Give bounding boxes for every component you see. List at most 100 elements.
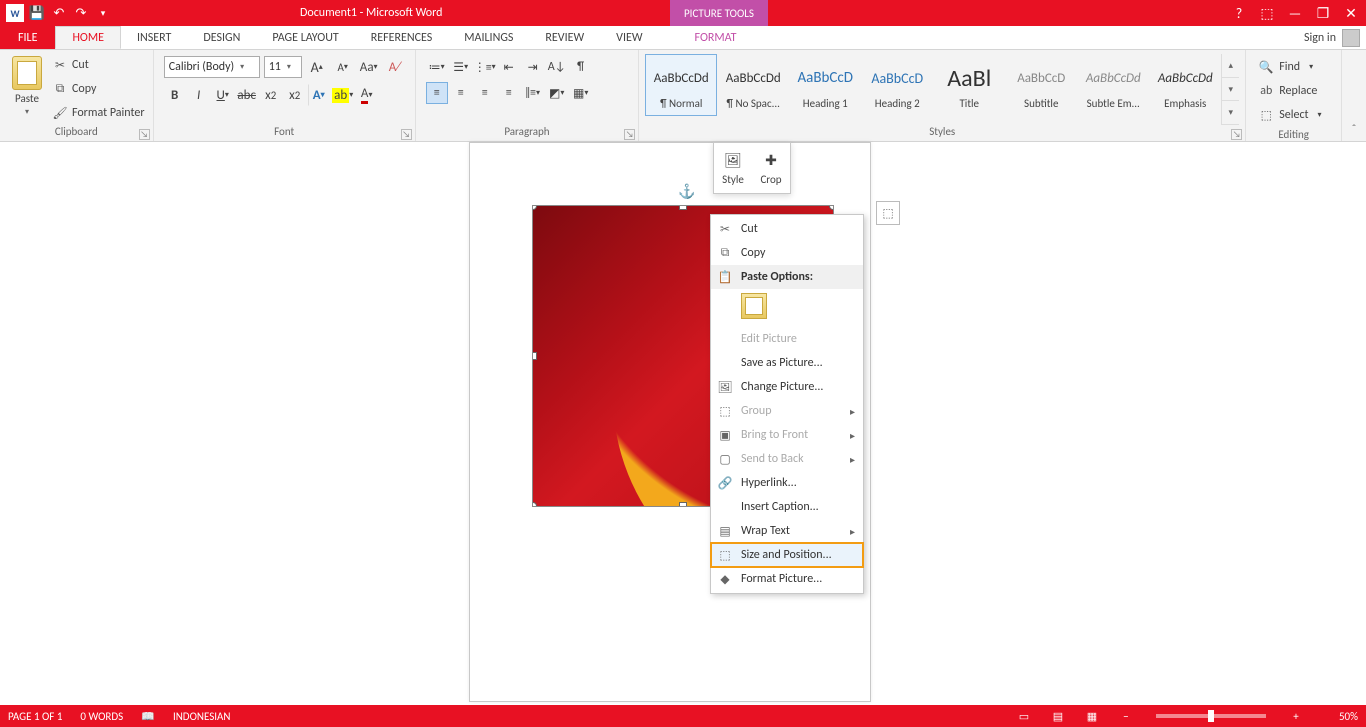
close-icon[interactable]: ✕	[1342, 5, 1360, 22]
status-page[interactable]: PAGE 1 OF 1	[8, 710, 62, 723]
tab-format[interactable]: FORMAT	[679, 26, 753, 49]
mini-style-button[interactable]: 🖼Style	[714, 143, 752, 193]
ctx-copy[interactable]: ⧉Copy	[711, 241, 863, 265]
font-dialog-launcher[interactable]: ↘	[401, 129, 412, 140]
styles-scroll-down[interactable]: ▾	[1222, 78, 1239, 102]
cut-button[interactable]: ✂Cut	[52, 54, 145, 76]
sort-button[interactable]: A↓	[546, 56, 568, 78]
minimize-icon[interactable]: —	[1286, 5, 1304, 22]
subscript-button[interactable]: x2	[260, 84, 282, 106]
ctx-cut[interactable]: ✂Cut	[711, 217, 863, 241]
ctx-insert-caption[interactable]: Insert Caption...	[711, 495, 863, 519]
copy-button[interactable]: ⧉Copy	[52, 78, 145, 100]
status-words[interactable]: 0 WORDS	[80, 710, 123, 723]
zoom-out-button[interactable]: −	[1114, 708, 1138, 724]
ctx-change-picture[interactable]: 🖼Change Picture...	[711, 375, 863, 399]
style-item[interactable]: AaBbCcDd¶ Normal	[645, 54, 717, 116]
tab-design[interactable]: DESIGN	[187, 26, 256, 49]
save-icon[interactable]: 💾	[28, 4, 46, 22]
ctx-size-and-position[interactable]: ⬚Size and Position...	[711, 543, 863, 567]
word-app-icon[interactable]: W	[6, 4, 24, 22]
font-color-button[interactable]: A▾	[356, 84, 378, 106]
tab-review[interactable]: REVIEW	[529, 26, 600, 49]
font-name-combo[interactable]: Calibri (Body)▾	[164, 56, 260, 78]
style-item[interactable]: AaBbCcDSubtitle	[1005, 54, 1077, 116]
numbering-button[interactable]: ☰▾	[450, 56, 472, 78]
paste-button[interactable]: Paste ▾	[6, 54, 48, 117]
highlight-button[interactable]: ab▾	[332, 84, 354, 106]
ctx-wrap-text[interactable]: ▤Wrap Text▸	[711, 519, 863, 543]
strikethrough-button[interactable]: abc	[236, 84, 258, 106]
tab-file[interactable]: FILE	[0, 26, 55, 49]
bullets-button[interactable]: ≔▾	[426, 56, 448, 78]
style-item[interactable]: AaBlTitle	[933, 54, 1005, 116]
collapse-ribbon-button[interactable]: ˆ	[1342, 50, 1366, 141]
status-proofing-icon[interactable]: 📖	[141, 710, 155, 723]
tab-page-layout[interactable]: PAGE LAYOUT	[256, 26, 354, 49]
redo-icon[interactable]: ↷	[72, 4, 90, 22]
print-layout-icon[interactable]: ▤	[1046, 708, 1070, 724]
resize-handle[interactable]	[679, 205, 687, 210]
status-language[interactable]: INDONESIAN	[173, 710, 231, 723]
resize-handle[interactable]	[679, 502, 687, 507]
zoom-level[interactable]: 50%	[1318, 710, 1358, 723]
text-effects-button[interactable]: A▾	[308, 84, 330, 106]
restore-icon[interactable]: ❐	[1314, 5, 1332, 22]
resize-handle[interactable]	[532, 352, 537, 360]
undo-icon[interactable]: ↶	[50, 4, 68, 22]
shading-button[interactable]: ◩▾	[546, 82, 568, 104]
styles-dialog-launcher[interactable]: ↘	[1231, 129, 1242, 140]
style-item[interactable]: AaBbCcDdEmphasis	[1149, 54, 1221, 116]
style-item[interactable]: AaBbCcDdSubtle Em...	[1077, 54, 1149, 116]
shrink-font-button[interactable]: A▾	[332, 56, 354, 78]
resize-handle[interactable]	[829, 205, 834, 210]
find-button[interactable]: 🔍Find▾	[1258, 56, 1321, 78]
italic-button[interactable]: I	[188, 84, 210, 106]
read-mode-icon[interactable]: ▭	[1012, 708, 1036, 724]
ctx-paste-option-keep[interactable]	[711, 289, 863, 327]
change-case-button[interactable]: Aa▾	[358, 56, 380, 78]
align-right-button[interactable]: ≡	[474, 82, 496, 104]
align-left-button[interactable]: ≡	[426, 82, 448, 104]
align-center-button[interactable]: ≡	[450, 82, 472, 104]
format-painter-button[interactable]: 🖌Format Painter	[52, 102, 145, 124]
help-icon[interactable]: ?	[1230, 5, 1248, 22]
style-item[interactable]: AaBbCcDHeading 2	[861, 54, 933, 116]
borders-button[interactable]: ▦▾	[570, 82, 592, 104]
ctx-format-picture[interactable]: ◆Format Picture...	[711, 567, 863, 591]
style-item[interactable]: AaBbCcDd¶ No Spac...	[717, 54, 789, 116]
line-spacing-button[interactable]: ‖≡▾	[522, 82, 544, 104]
ribbon-display-icon[interactable]: ⬚	[1258, 5, 1276, 22]
tab-home[interactable]: HOME	[55, 26, 121, 49]
zoom-slider[interactable]	[1156, 714, 1266, 718]
tab-references[interactable]: REFERENCES	[355, 26, 449, 49]
paste-dropdown-icon[interactable]: ▾	[25, 107, 29, 117]
zoom-in-button[interactable]: +	[1284, 708, 1308, 724]
justify-button[interactable]: ≡	[498, 82, 520, 104]
document-area[interactable]: ⚓ ⬚	[0, 142, 1366, 705]
styles-more[interactable]: ▾	[1222, 101, 1239, 125]
select-button[interactable]: ⬚Select▾	[1258, 104, 1321, 126]
web-layout-icon[interactable]: ▦	[1080, 708, 1104, 724]
font-size-combo[interactable]: 11▾	[264, 56, 302, 78]
styles-scroll-up[interactable]: ▴	[1222, 54, 1239, 78]
resize-handle[interactable]	[532, 502, 537, 507]
style-item[interactable]: AaBbCcDHeading 1	[789, 54, 861, 116]
ctx-hyperlink[interactable]: 🔗Hyperlink...	[711, 471, 863, 495]
layout-options-button[interactable]: ⬚	[876, 201, 900, 225]
increase-indent-button[interactable]: ⇥	[522, 56, 544, 78]
ctx-save-as-picture[interactable]: Save as Picture...	[711, 351, 863, 375]
tab-view[interactable]: VIEW	[600, 26, 658, 49]
mini-crop-button[interactable]: ✚Crop	[752, 143, 790, 193]
bold-button[interactable]: B	[164, 84, 186, 106]
tab-insert[interactable]: INSERT	[121, 26, 187, 49]
underline-button[interactable]: U▾	[212, 84, 234, 106]
qat-dropdown-icon[interactable]: ▾	[94, 4, 112, 22]
replace-button[interactable]: abReplace	[1258, 80, 1321, 102]
sign-in[interactable]: Sign in	[1304, 26, 1366, 49]
clipboard-dialog-launcher[interactable]: ↘	[139, 129, 150, 140]
superscript-button[interactable]: x2	[284, 84, 306, 106]
tab-mailings[interactable]: MAILINGS	[448, 26, 529, 49]
clear-formatting-button[interactable]: A⁄	[384, 56, 406, 78]
grow-font-button[interactable]: A▴	[306, 56, 328, 78]
